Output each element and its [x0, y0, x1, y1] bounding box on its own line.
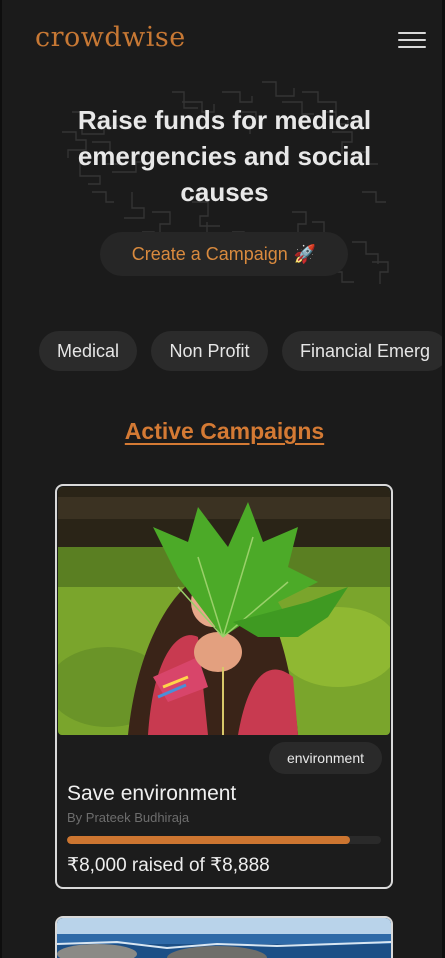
campaign-card-second[interactable]	[55, 916, 393, 958]
create-campaign-label: Create a Campaign	[131, 244, 288, 264]
rocket-icon: 🚀	[293, 244, 317, 264]
campaign-title: Save environment	[67, 782, 237, 805]
campaign-tag: environment	[268, 742, 382, 774]
hamburger-menu-icon[interactable]	[398, 32, 426, 50]
chip-financial-emergency[interactable]: Financial Emerg	[281, 331, 442, 371]
app-frame: crowdwise Raise funds for medical emerge…	[0, 0, 445, 958]
campaign-progress-fill	[67, 836, 350, 844]
campaign-image	[58, 487, 390, 735]
campaign-raised-amount: ₹8,000 raised of ₹8,888	[67, 855, 270, 876]
chip-non-profit[interactable]: Non Profit	[151, 331, 268, 371]
campaign-progress-bar	[67, 836, 381, 844]
header: crowdwise	[2, 0, 442, 80]
logo[interactable]: crowdwise	[35, 22, 186, 53]
campaign-card[interactable]: environment Save environment By Prateek …	[55, 484, 393, 889]
campaign-author: By Prateek Budhiraja	[67, 810, 190, 825]
active-campaigns-heading[interactable]: Active Campaigns	[2, 418, 442, 445]
chip-medical[interactable]: Medical	[39, 331, 138, 371]
create-campaign-button[interactable]: Create a Campaign 🚀	[100, 232, 348, 276]
hero-title: Raise funds for medical emergencies and …	[77, 105, 372, 207]
category-chips: Medical Non Profit Financial Emerg	[39, 331, 442, 371]
campaign-image-second	[57, 918, 391, 958]
